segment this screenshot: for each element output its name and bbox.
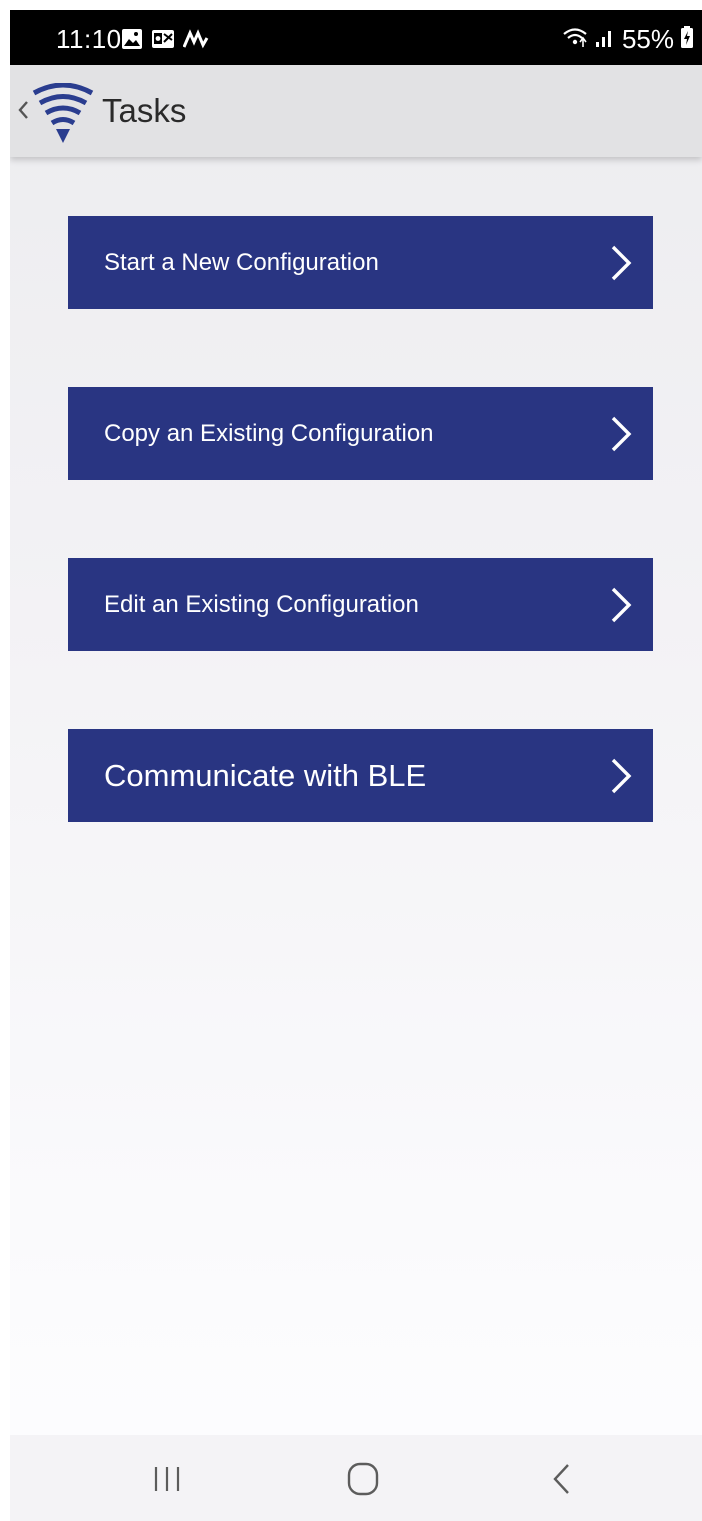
recents-icon[interactable]: [152, 1463, 184, 1495]
status-system-icons: 55%: [562, 24, 694, 54]
wifi-icon: [562, 25, 588, 54]
status-bar: 11:10 55%: [10, 10, 702, 65]
app-bar: Tasks: [10, 65, 702, 157]
task-list: Start a New Configuration Copy an Existi…: [68, 216, 653, 900]
page-title: Tasks: [102, 92, 187, 129]
system-nav-bar: [10, 1435, 702, 1521]
screen: 11:10 55% Tasks Start a New Configuratio…: [10, 10, 702, 1521]
status-time: 11:10: [56, 24, 122, 54]
chevron-right-icon: [609, 756, 633, 796]
task-label: Edit an Existing Configuration: [104, 590, 419, 618]
chevron-right-icon: [609, 414, 633, 454]
home-icon[interactable]: [346, 1461, 380, 1497]
chevron-right-icon: [609, 585, 633, 625]
start-new-configuration-button[interactable]: Start a New Configuration: [68, 216, 653, 309]
edit-existing-configuration-button[interactable]: Edit an Existing Configuration: [68, 558, 653, 651]
status-notification-icons: [121, 28, 209, 55]
task-label: Copy an Existing Configuration: [104, 419, 434, 447]
chevron-right-icon: [609, 243, 633, 283]
outlook-icon: [151, 28, 175, 55]
communicate-with-ble-button[interactable]: Communicate with BLE: [68, 729, 653, 822]
battery-percent: 55%: [621, 24, 674, 54]
copy-existing-configuration-button[interactable]: Copy an Existing Configuration: [68, 387, 653, 480]
back-icon[interactable]: [550, 1461, 572, 1497]
chevron-left-icon[interactable]: [16, 95, 30, 125]
task-label: Start a New Configuration: [104, 248, 379, 276]
gallery-icon: [121, 28, 143, 55]
activity-icon: [182, 28, 209, 55]
app-logo-icon: [32, 82, 94, 147]
battery-icon: [680, 25, 694, 54]
task-label: Communicate with BLE: [104, 757, 427, 793]
signal-icon: [594, 26, 616, 53]
